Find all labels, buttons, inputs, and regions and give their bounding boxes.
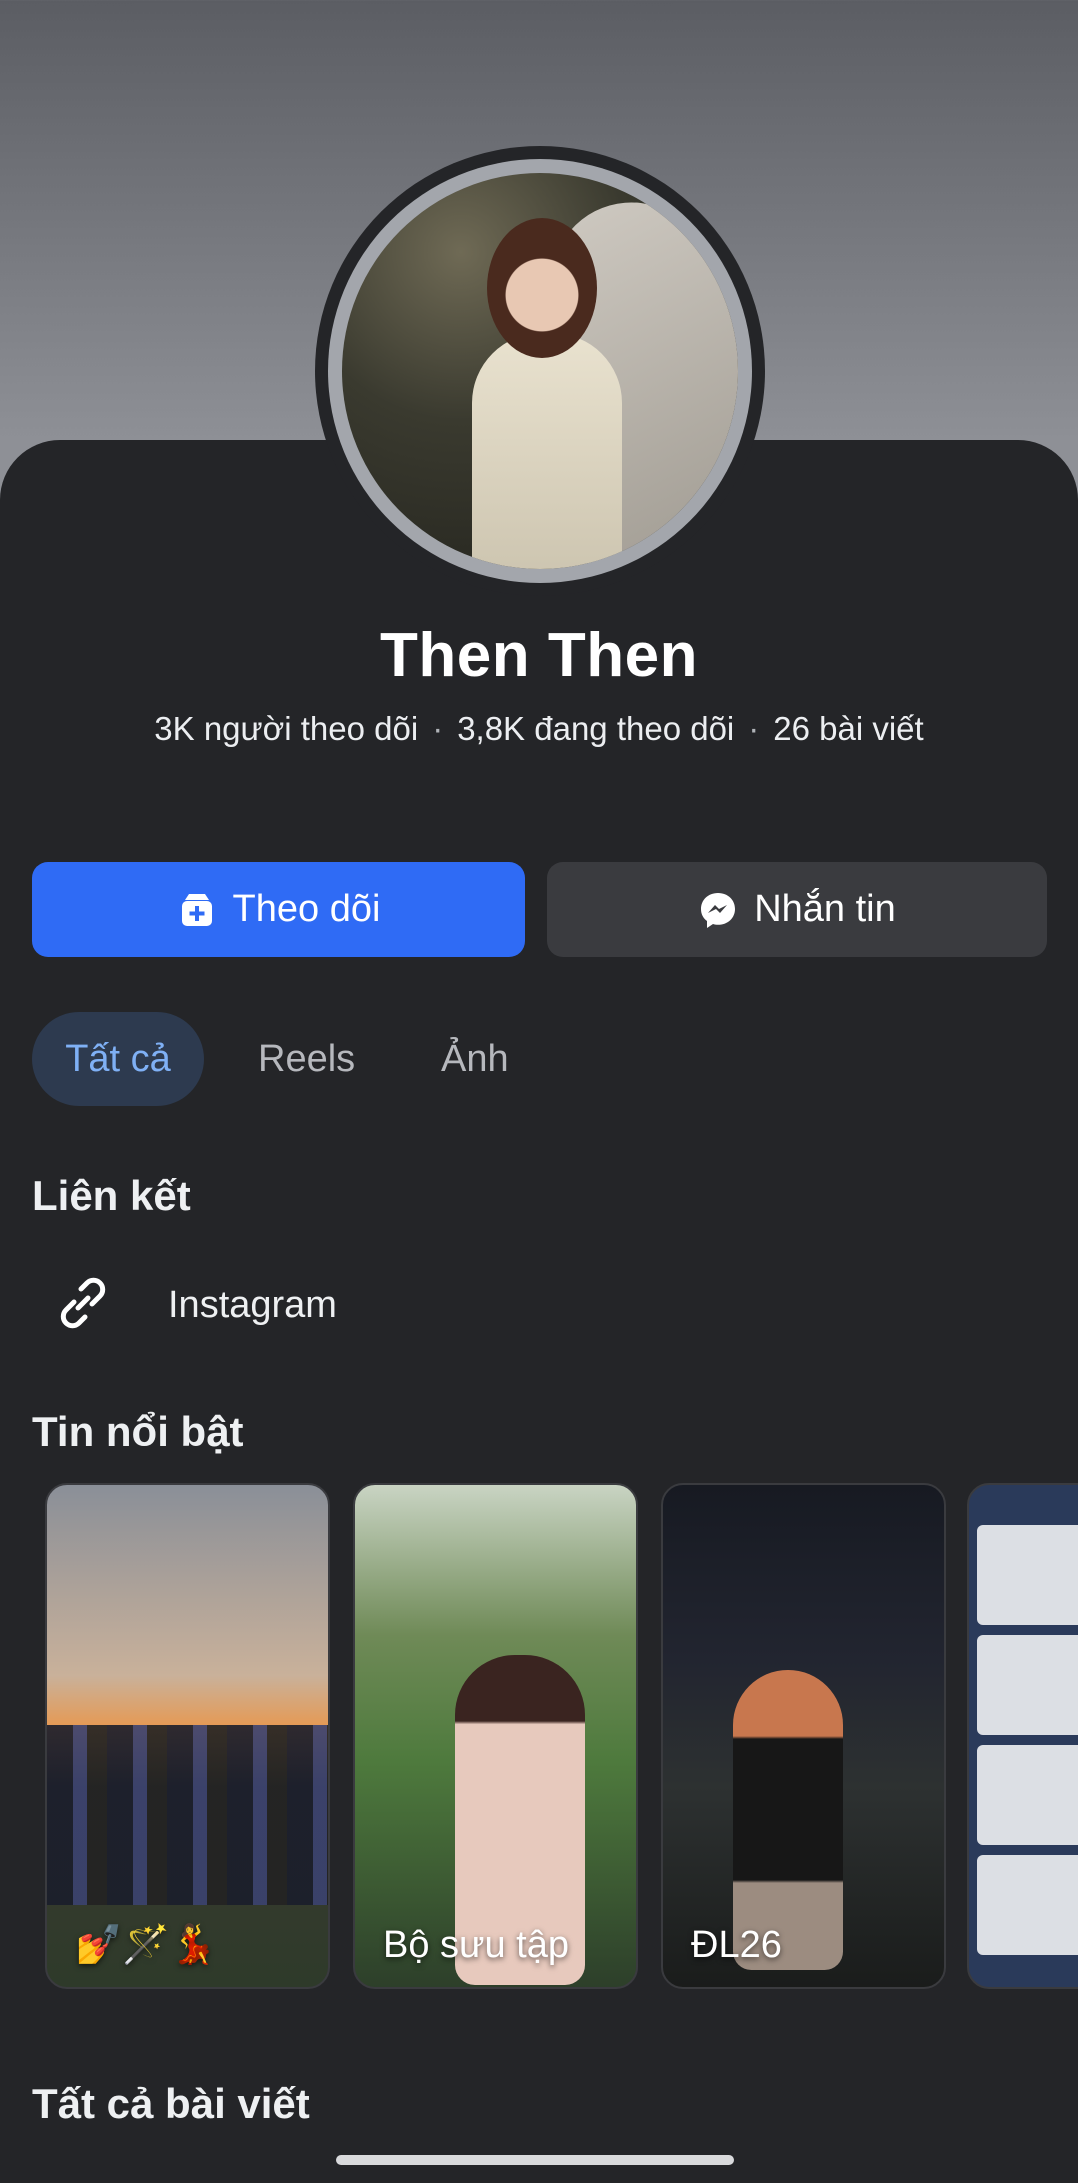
tab-all[interactable]: Tất cả	[32, 1012, 204, 1106]
highlight-story-3[interactable]: ĐL26	[661, 1483, 946, 1989]
posts-count: 26 bài viết	[773, 710, 924, 747]
highlight-story-1[interactable]: 💅🪄💃	[45, 1483, 330, 1989]
links-section-title: Liên kết	[32, 1172, 191, 1219]
tab-reels[interactable]: Reels	[258, 1012, 355, 1106]
avatar-photo	[342, 173, 738, 569]
highlight-story-4[interactable]	[967, 1483, 1078, 1989]
link-icon	[52, 1272, 114, 1339]
stats-separator: ·	[748, 710, 760, 747]
highlight-label: Bộ sưu tập	[383, 1924, 569, 1966]
tab-photos[interactable]: Ảnh	[441, 1012, 509, 1106]
highlights-section-title: Tin nổi bật	[32, 1408, 244, 1455]
home-indicator[interactable]	[336, 2155, 734, 2165]
follow-button[interactable]: Theo dõi	[32, 862, 525, 957]
stats-separator: ·	[432, 710, 444, 747]
follow-label: Theo dõi	[232, 888, 381, 930]
highlight-story-2[interactable]: Bộ sưu tập	[353, 1483, 638, 1989]
highlight-label: ĐL26	[691, 1924, 782, 1966]
message-button[interactable]: Nhắn tin	[547, 862, 1047, 957]
followers-count[interactable]: 3K người theo dõi	[154, 710, 418, 747]
following-count[interactable]: 3,8K đang theo dõi	[457, 710, 734, 747]
all-posts-title: Tất cả bài viết	[32, 2080, 310, 2127]
highlight-label: 💅🪄💃	[75, 1924, 217, 1966]
profile-stats: 3K người theo dõi · 3,8K đang theo dõi · 26 …	[0, 710, 1078, 748]
message-label: Nhắn tin	[754, 888, 896, 930]
link-label: Instagram	[168, 1284, 337, 1326]
profile-avatar[interactable]	[315, 146, 765, 596]
follow-icon	[177, 890, 217, 930]
profile-name: Then Then	[380, 621, 698, 690]
link-instagram[interactable]: Instagram	[52, 1272, 337, 1339]
messenger-icon	[698, 890, 738, 930]
